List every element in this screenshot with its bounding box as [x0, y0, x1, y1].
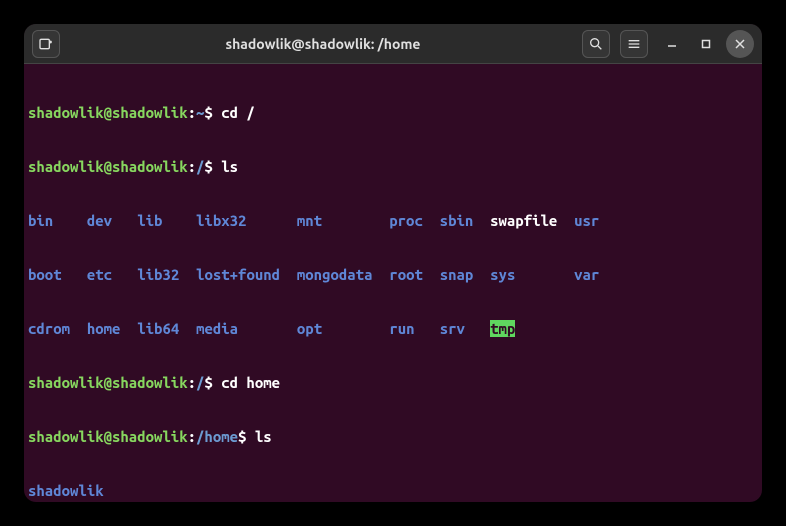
dir-entry: mongodata — [297, 266, 373, 283]
terminal-body[interactable]: shadowlik@shadowlik:~$ cd / shadowlik@sh… — [24, 64, 762, 502]
command: cd / — [221, 104, 255, 121]
path: /home — [196, 428, 238, 445]
dir-entry: dev — [87, 212, 112, 229]
terminal-window: shadowlik@shadowlik: /home shadowlik@sha… — [24, 24, 762, 502]
user-host: shadowlik@shadowlik — [28, 158, 188, 175]
dir-entry: shadowlik — [28, 482, 104, 499]
command: cd home — [221, 374, 280, 391]
dir-entry: lost+found — [196, 266, 280, 283]
search-button[interactable] — [582, 30, 610, 58]
dir-entry: root — [389, 266, 423, 283]
dir-entry-highlight: tmp — [490, 320, 515, 337]
dir-entry: lib32 — [137, 266, 179, 283]
dir-entry: cdrom — [28, 320, 70, 337]
dir-entry: boot — [28, 266, 62, 283]
dir-entry: sbin — [440, 212, 474, 229]
ls-output-row: boot etc lib32 lost+found mongodata root… — [28, 266, 762, 284]
dir-entry: srv — [440, 320, 465, 337]
command: ls — [255, 428, 272, 445]
dir-entry: libx32 — [196, 212, 246, 229]
dir-entry: home — [87, 320, 121, 337]
maximize-button[interactable] — [692, 30, 720, 58]
titlebar: shadowlik@shadowlik: /home — [24, 24, 762, 64]
dir-entry: bin — [28, 212, 53, 229]
prompt-line: shadowlik@shadowlik:/home$ ls — [28, 428, 762, 446]
dir-entry: proc — [389, 212, 423, 229]
dir-entry: mnt — [297, 212, 322, 229]
ls-output-row: bin dev lib libx32 mnt proc sbin swapfil… — [28, 212, 762, 230]
command: ls — [221, 158, 238, 175]
user-host: shadowlik@shadowlik — [28, 428, 188, 445]
dir-entry: var — [574, 266, 599, 283]
user-host: shadowlik@shadowlik — [28, 104, 188, 121]
dir-entry: media — [196, 320, 238, 337]
dir-entry: run — [389, 320, 414, 337]
dir-entry: usr — [574, 212, 599, 229]
prompt-line: shadowlik@shadowlik:/$ cd home — [28, 374, 762, 392]
minimize-button[interactable] — [658, 30, 686, 58]
ls-output-row: cdrom home lib64 media opt run srv tmp — [28, 320, 762, 338]
dir-entry: snap — [440, 266, 474, 283]
close-button[interactable] — [726, 30, 754, 58]
dir-entry: etc — [87, 266, 112, 283]
new-tab-button[interactable] — [32, 30, 60, 58]
file-entry: swapfile — [490, 212, 557, 229]
dir-entry: lib64 — [137, 320, 179, 337]
dir-entry: opt — [297, 320, 322, 337]
ls-output-row: shadowlik — [28, 482, 762, 500]
user-host: shadowlik@shadowlik — [28, 374, 188, 391]
prompt-line: shadowlik@shadowlik:~$ cd / — [28, 104, 762, 122]
prompt-line: shadowlik@shadowlik:/$ ls — [28, 158, 762, 176]
dir-entry: lib — [137, 212, 162, 229]
menu-button[interactable] — [620, 30, 648, 58]
window-title: shadowlik@shadowlik: /home — [64, 36, 582, 52]
dir-entry: sys — [490, 266, 515, 283]
